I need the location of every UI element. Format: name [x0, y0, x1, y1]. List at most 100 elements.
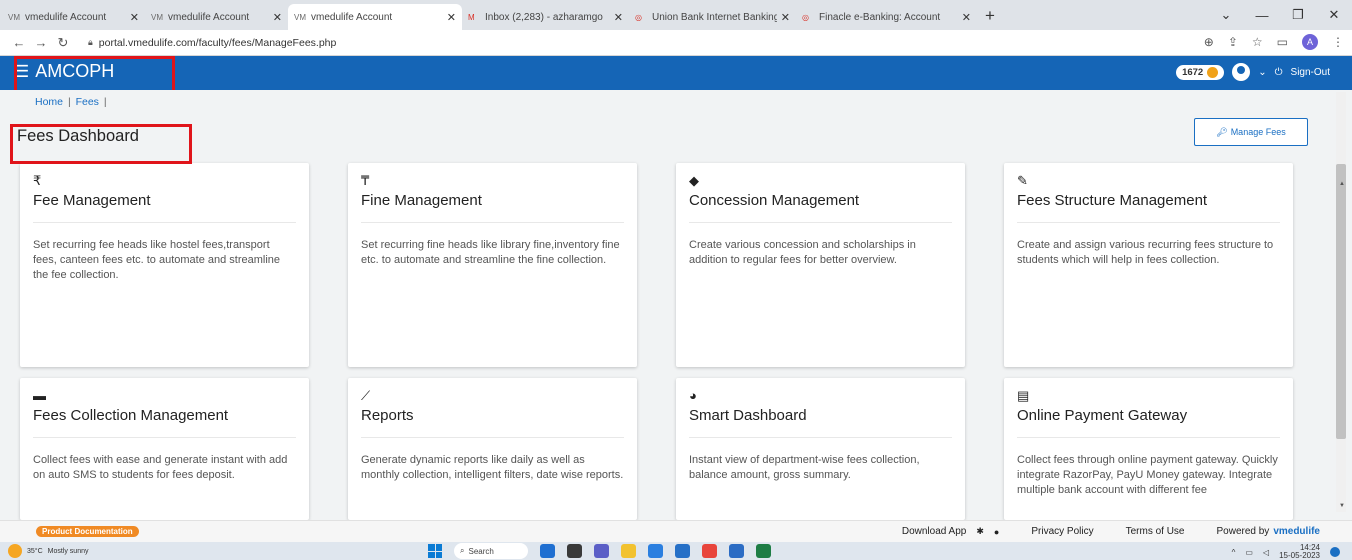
- card-description: Instant view of department-wise fees col…: [689, 454, 920, 481]
- browser-tab[interactable]: ◎ Finacle e-Banking: Account ✕: [796, 4, 977, 30]
- vmedulife-brand[interactable]: vmedulife: [1273, 526, 1320, 537]
- breadcrumb-fees[interactable]: Fees: [76, 96, 99, 108]
- highlight-box-brand: [14, 56, 175, 93]
- close-tab-icon[interactable]: ✕: [447, 11, 456, 24]
- apple-icon[interactable]: ●: [994, 527, 999, 537]
- lock-icon: 🔒︎: [88, 37, 93, 47]
- line-chart-icon: ⟋: [361, 388, 371, 403]
- privacy-policy-link[interactable]: Privacy Policy: [1031, 526, 1093, 537]
- card-title: Fine Management: [361, 192, 624, 223]
- breadcrumb-separator: |: [103, 96, 107, 108]
- card-online-payment-gateway[interactable]: ▤ Online Payment Gateway Collect fees th…: [1004, 378, 1293, 520]
- scroll-up-arrow-icon[interactable]: ▲: [1339, 181, 1345, 187]
- close-tab-icon[interactable]: ✕: [130, 11, 139, 24]
- side-panel-icon[interactable]: ▭: [1277, 35, 1288, 49]
- word-app-icon[interactable]: [729, 544, 744, 558]
- wallet-icon: ▬: [33, 388, 46, 403]
- sign-out-link[interactable]: Sign-Out: [1291, 67, 1330, 78]
- profile-avatar[interactable]: A: [1302, 34, 1318, 50]
- download-app-label[interactable]: Download App: [902, 526, 967, 537]
- card-description: Create and assign various recurring fees…: [1017, 239, 1274, 266]
- wrench-icon: ✎: [1017, 173, 1028, 188]
- back-arrow-icon[interactable]: ←: [8, 35, 30, 50]
- restore-icon[interactable]: ❐: [1280, 7, 1316, 23]
- tab-title: vmedulife Account: [25, 11, 107, 23]
- card-reports[interactable]: ⟋ Reports Generate dynamic reports like …: [348, 378, 637, 520]
- share-icon[interactable]: ⇪: [1228, 35, 1238, 49]
- new-tab-icon[interactable]: +: [985, 4, 995, 30]
- close-window-icon[interactable]: ✕: [1316, 7, 1352, 23]
- notification-icon[interactable]: [1330, 547, 1340, 557]
- sun-icon: [8, 544, 22, 558]
- card-title: Concession Management: [689, 192, 952, 223]
- taskbar-search[interactable]: ⌕ Search: [454, 543, 528, 559]
- browser-tab[interactable]: ◎ Union Bank Internet Banking ✕: [629, 4, 796, 30]
- browser-tab[interactable]: M Inbox (2,283) - azharamgo ✕: [462, 4, 629, 30]
- clock[interactable]: 14:24 15-05-2023: [1279, 544, 1320, 560]
- user-account-icon[interactable]: [1232, 63, 1251, 81]
- breadcrumb-home[interactable]: Home: [35, 96, 63, 108]
- card-smart-dashboard[interactable]: ◕ Smart Dashboard Instant view of depart…: [676, 378, 965, 520]
- browser-tab[interactable]: VM vmedulife Account ✕: [145, 4, 288, 30]
- header-right: 1672 ⌄ ⏻ Sign-Out: [1176, 63, 1330, 81]
- temperature: 35°C: [27, 547, 43, 555]
- close-tab-icon[interactable]: ✕: [273, 11, 282, 24]
- card-description: Create various concession and scholarshi…: [689, 239, 916, 266]
- android-icon[interactable]: ✱: [976, 526, 984, 537]
- card-title: Reports: [361, 407, 624, 438]
- product-documentation-badge[interactable]: Product Documentation: [36, 526, 139, 537]
- tab-search-chevron-icon[interactable]: ⌄: [1208, 7, 1244, 23]
- card-fees-collection-management[interactable]: ▬ Fees Collection Management Collect fee…: [20, 378, 309, 520]
- power-icon[interactable]: ⏻: [1275, 67, 1283, 78]
- store-app-icon[interactable]: [675, 544, 690, 558]
- address-bar: ← → ↻ 🔒︎ portal.vmedulife.com/faculty/fe…: [0, 30, 1352, 56]
- chevron-down-icon[interactable]: ⌄: [1258, 67, 1266, 78]
- rupee-icon: ₹: [33, 173, 42, 188]
- vmedulife-favicon-icon: VM: [151, 12, 163, 22]
- close-tab-icon[interactable]: ✕: [781, 11, 790, 24]
- close-tab-icon[interactable]: ✕: [614, 11, 623, 24]
- task-view-icon[interactable]: [567, 544, 582, 558]
- volume-icon[interactable]: ◁: [1263, 548, 1269, 557]
- coins-badge[interactable]: 1672: [1176, 64, 1225, 80]
- excel-app-icon[interactable]: [756, 544, 771, 558]
- scroll-down-arrow-icon[interactable]: ▼: [1339, 503, 1345, 509]
- terms-of-use-link[interactable]: Terms of Use: [1126, 526, 1185, 537]
- browser-menu-icon[interactable]: ⋮: [1332, 35, 1344, 49]
- tab-title: vmedulife Account: [311, 11, 393, 23]
- teams-app-icon[interactable]: [594, 544, 609, 558]
- reload-icon[interactable]: ↻: [52, 35, 74, 51]
- card-fee-management[interactable]: ₹ Fee Management Set recurring fee heads…: [20, 163, 309, 367]
- weather-widget[interactable]: 35°C Mostly sunny: [8, 544, 89, 558]
- coin-icon: [1207, 66, 1219, 78]
- windows-start-icon[interactable]: [428, 544, 442, 558]
- browser-tab[interactable]: VM vmedulife Account ✕: [2, 4, 145, 30]
- card-fine-management[interactable]: ₸ Fine Management Set recurring fine hea…: [348, 163, 637, 367]
- pie-chart-icon: ◕: [689, 388, 697, 403]
- fine-icon: ₸: [361, 173, 370, 188]
- tab-title: Finacle e-Banking: Account: [819, 11, 941, 23]
- chrome-browser-icon[interactable]: [702, 544, 717, 558]
- tray-chevron-icon[interactable]: ^: [1232, 548, 1236, 557]
- edge-browser-icon[interactable]: [648, 544, 663, 558]
- minimize-icon[interactable]: —: [1244, 8, 1280, 23]
- bookmark-star-icon[interactable]: ☆: [1252, 35, 1263, 49]
- scrollbar-thumb[interactable]: [1336, 164, 1346, 439]
- system-tray: ^ ▭ ◁ 14:24 15-05-2023: [1232, 544, 1340, 560]
- highlight-box-title: [10, 124, 192, 164]
- tab-title: Inbox (2,283) - azharamgo: [485, 11, 603, 23]
- forward-arrow-icon[interactable]: →: [30, 35, 52, 50]
- card-description: Generate dynamic reports like daily as w…: [361, 454, 624, 481]
- manage-fees-label: Manage Fees: [1230, 127, 1286, 137]
- close-tab-icon[interactable]: ✕: [962, 11, 971, 24]
- card-fees-structure-management[interactable]: ✎ Fees Structure Management Create and a…: [1004, 163, 1293, 367]
- url-field[interactable]: 🔒︎ portal.vmedulife.com/faculty/fees/Man…: [88, 37, 336, 49]
- manage-fees-button[interactable]: 🔑︎ Manage Fees: [1194, 118, 1308, 146]
- card-description: Collect fees through online payment gate…: [1017, 454, 1278, 496]
- browser-tab-active[interactable]: VM vmedulife Account ✕: [288, 4, 462, 30]
- file-explorer-icon[interactable]: [621, 544, 636, 558]
- network-icon[interactable]: ▭: [1245, 548, 1253, 557]
- bing-app-icon[interactable]: [540, 544, 555, 558]
- zoom-icon[interactable]: ⊕: [1204, 35, 1214, 49]
- card-concession-management[interactable]: ◆ Concession Management Create various c…: [676, 163, 965, 367]
